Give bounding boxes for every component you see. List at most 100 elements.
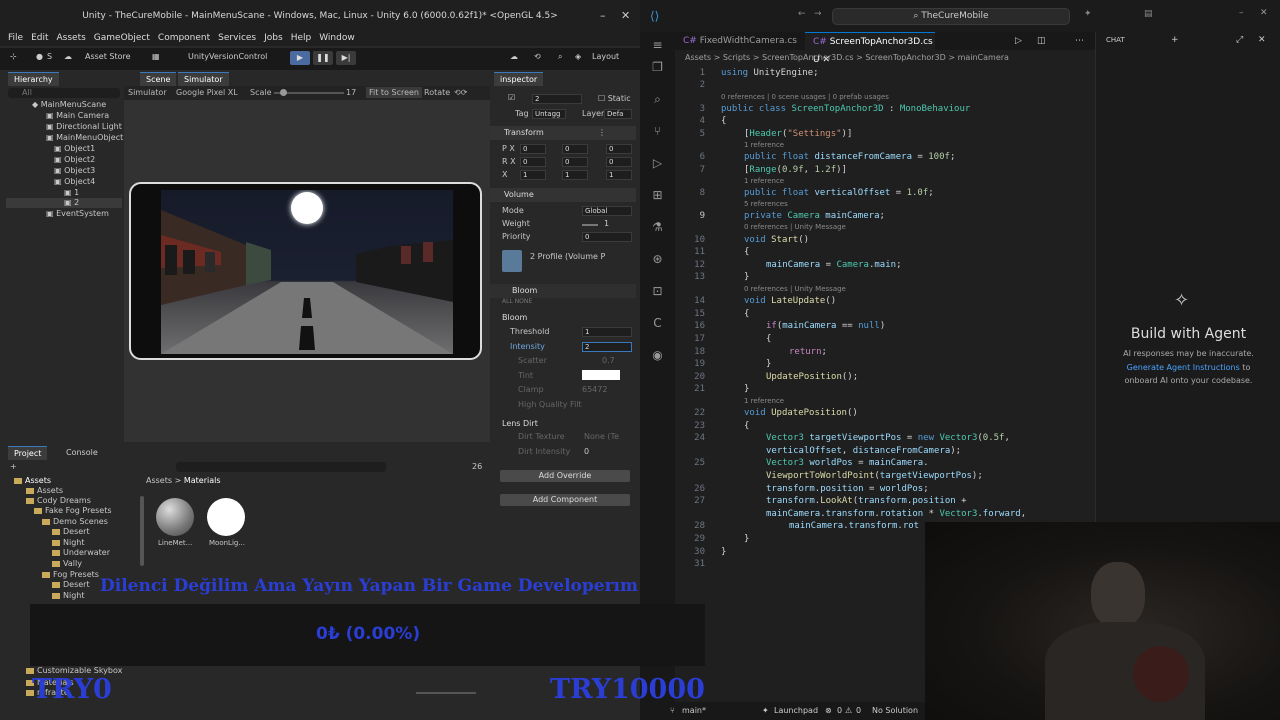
errors-count[interactable]: 0 — [837, 706, 842, 715]
simulator-mode-dropdown[interactable]: Simulator — [128, 88, 167, 97]
fit-to-screen-button[interactable]: Fit to Screen — [366, 87, 422, 98]
project-tree-item[interactable]: Fog Presets — [42, 570, 99, 579]
split-editor-icon[interactable]: ◫ — [1037, 36, 1046, 46]
material-thumbnail-moon[interactable] — [207, 498, 245, 536]
asset-store-button[interactable]: Asset Store — [85, 52, 131, 61]
hierarchy-item[interactable]: ▣ MainMenuObject — [46, 133, 123, 142]
scale-x[interactable]: 1 — [520, 170, 546, 180]
search-icon[interactable]: ⌕ — [558, 52, 562, 62]
tab-inspector[interactable]: inspector — [494, 72, 544, 86]
forward-icon[interactable]: → — [814, 9, 822, 19]
menu-services[interactable]: Services — [218, 32, 256, 44]
menu-help[interactable]: Help — [291, 32, 312, 44]
menu-gameobject[interactable]: GameObject — [94, 32, 150, 44]
static-toggle[interactable]: ☐ Static — [598, 94, 631, 103]
maximize-icon[interactable]: ⤢ — [1236, 35, 1243, 45]
rotate-label[interactable]: Rotate — [424, 88, 450, 97]
source-control-icon[interactable]: ⑂ — [650, 124, 665, 139]
dirt-texture-field[interactable]: None (Te — [584, 432, 619, 441]
launchpad-icon[interactable]: ✦ — [762, 706, 769, 715]
tab-console[interactable]: Console — [60, 446, 104, 460]
project-tree-item[interactable]: Cody Dreams — [26, 496, 91, 505]
object-name-field[interactable]: 2 — [532, 94, 582, 104]
breadcrumb-assets[interactable]: Assets — [146, 476, 172, 485]
active-checkbox[interactable]: ☑ — [508, 93, 515, 102]
history-icon[interactable]: ⟲ — [534, 52, 541, 61]
cloud-services-icon[interactable]: ☁ — [510, 52, 518, 61]
project-tree-item[interactable]: Fake Fog Presets — [34, 506, 112, 515]
bloom-header[interactable]: Bloom — [490, 284, 636, 298]
settings-icon[interactable]: ⋮ — [598, 128, 606, 137]
run-debug-icon[interactable]: ▷ — [650, 156, 665, 171]
step-button[interactable]: ▶| — [336, 51, 356, 65]
explorer-icon[interactable]: ❐ — [650, 60, 665, 75]
breadcrumb-materials[interactable]: Materials — [184, 476, 221, 485]
game-screen[interactable] — [161, 190, 453, 354]
hierarchy-item[interactable]: ▣ Object4 — [54, 177, 95, 186]
tag-dropdown[interactable]: Untagg — [532, 109, 566, 119]
menu-assets[interactable]: Assets — [57, 32, 86, 44]
profile-field[interactable]: 2 Profile (Volume P — [530, 252, 605, 261]
tab-fixedwidthcamera[interactable]: C# FixedWidthCamera.cs — [675, 32, 805, 50]
add-override-button[interactable]: Add Override — [500, 470, 630, 482]
play-button[interactable]: ▶ — [290, 51, 310, 65]
layers-icon[interactable]: ◈ — [575, 52, 581, 61]
position-y[interactable]: 0 — [562, 144, 588, 154]
layer-dropdown[interactable]: Defa — [604, 109, 632, 119]
volume-header[interactable]: Volume — [490, 188, 636, 202]
rotate-icon[interactable]: ⟲⟳ — [454, 88, 467, 97]
hierarchy-item[interactable]: ▣ Main Camera — [46, 111, 109, 120]
run-icon[interactable]: ▷ — [1015, 36, 1022, 46]
position-x[interactable]: 0 — [520, 144, 546, 154]
tab-project[interactable]: Project — [8, 446, 48, 460]
minimize-icon[interactable]: – — [600, 0, 606, 32]
project-tree-item[interactable]: Underwater — [52, 548, 110, 557]
add-component-button[interactable]: Add Component — [500, 494, 630, 506]
copilot-icon[interactable]: ✦ — [1084, 9, 1092, 19]
rotation-y[interactable]: 0 — [562, 157, 588, 167]
hierarchy-search[interactable]: All — [8, 88, 120, 98]
account-button[interactable]: S — [47, 52, 52, 61]
transform-tools-icon[interactable]: ⊹ — [10, 52, 17, 61]
hierarchy-item[interactable]: ◆ MainMenuScane — [32, 100, 106, 109]
menu-window[interactable]: Window — [319, 32, 355, 44]
thumbnail-size-slider[interactable] — [416, 692, 476, 694]
scatter-value[interactable]: 0.7 — [602, 356, 615, 365]
dirt-intensity-value[interactable]: 0 — [584, 447, 589, 456]
extensions-icon[interactable]: ⊞ — [650, 188, 665, 203]
project-tree-item[interactable]: Demo Scenes — [42, 517, 108, 526]
package-icon[interactable]: ▦ — [152, 52, 160, 61]
weight-value[interactable]: 1 — [604, 219, 609, 228]
scale-slider-handle[interactable] — [280, 89, 287, 96]
project-tree-item[interactable]: Desert — [52, 580, 90, 589]
clamp-value[interactable]: 65472 — [582, 385, 607, 394]
rotation-z[interactable]: 0 — [606, 157, 632, 167]
remote-icon[interactable]: ⊡ — [650, 284, 665, 299]
tree-scrollbar[interactable] — [140, 496, 144, 566]
material-thumbnail-line[interactable] — [156, 498, 194, 536]
warnings-icon[interactable]: ⚠ — [845, 706, 852, 715]
menu-jobs[interactable]: Jobs — [264, 32, 283, 44]
project-tree-item[interactable]: Assets — [26, 486, 63, 495]
solution-status[interactable]: No Solution — [872, 706, 918, 715]
add-icon[interactable]: + — [10, 462, 17, 471]
scale-slider[interactable] — [274, 89, 344, 96]
command-center-search[interactable]: ⌕ TheCureMobile — [832, 8, 1070, 25]
copilot-side-icon[interactable]: C — [650, 316, 665, 331]
errors-icon[interactable]: ⊗ — [825, 706, 832, 715]
hierarchy-item[interactable]: ▣ EventSystem — [46, 209, 109, 218]
window-minimize-icon[interactable]: – — [1239, 8, 1244, 18]
search-icon[interactable]: ⌕ — [650, 92, 665, 107]
weight-slider[interactable] — [582, 224, 598, 226]
pause-button[interactable]: ❚❚ — [313, 51, 333, 65]
project-tree-item[interactable]: Vally — [52, 559, 82, 568]
account-icon[interactable]: ● — [36, 52, 43, 61]
menu-edit[interactable]: Edit — [31, 32, 48, 44]
menu-file[interactable]: File — [8, 32, 23, 44]
mode-dropdown[interactable]: Global — [582, 206, 632, 216]
project-tree-item[interactable]: Desert — [52, 527, 90, 536]
transform-header[interactable]: Transform ⋮ — [490, 126, 636, 140]
project-tree-item[interactable]: Night — [52, 591, 85, 600]
branch-icon[interactable]: ⑂ — [670, 706, 675, 715]
more-actions-icon[interactable]: ⋯ — [1075, 36, 1084, 46]
